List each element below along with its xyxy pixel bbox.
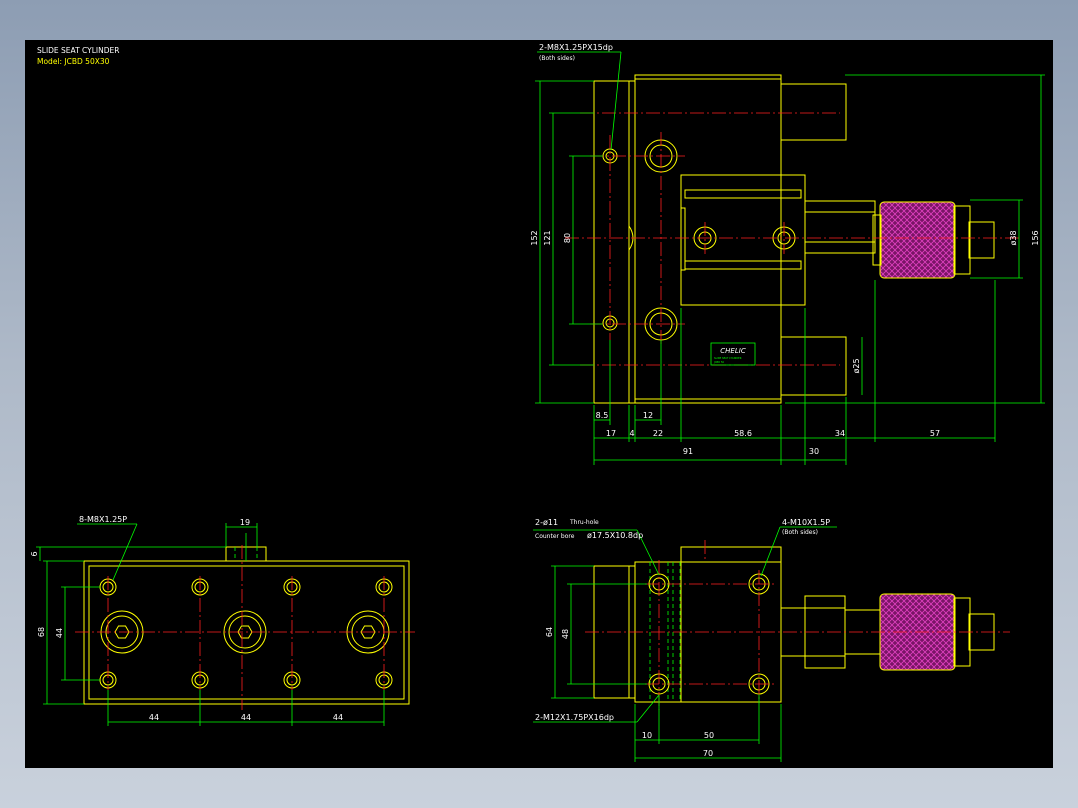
dim-4: 4 <box>629 429 634 438</box>
dim-50: 50 <box>704 731 714 740</box>
dim-8-5: 8.5 <box>596 411 609 420</box>
top-callout-hole-note: (Both sides) <box>539 55 575 62</box>
dim-156: 156 <box>1031 230 1040 245</box>
top-callout-hole: 2-M8X1.25PX15dp <box>539 43 613 52</box>
dim-d25: ø25 <box>852 358 861 373</box>
front-top-boss <box>680 546 782 563</box>
dim-d38: ø38 <box>1009 230 1018 245</box>
dim-44-vertical: 44 <box>55 628 64 638</box>
dim-19: 19 <box>240 518 250 527</box>
top-view: CHELIC SLIDE SEAT CYLINDER JCBD 50 2-M8X… <box>530 43 1045 465</box>
dim-17: 17 <box>606 429 616 438</box>
chelic-logo-sub2: JCBD 50 <box>713 360 725 364</box>
front-callout-tap: 4-M10X1.5P <box>782 518 830 527</box>
drawing-canvas: SLIDE SEAT CYLINDER Model: JCBD 50X30 CH… <box>30 43 1045 762</box>
top-knurl-knob <box>879 201 956 279</box>
dim-64: 64 <box>545 627 554 637</box>
left-small-holes <box>99 578 393 689</box>
chelic-logo-sub1: SLIDE SEAT CYLINDER <box>714 356 742 360</box>
front-callout-cbore: ø17.5X10.8dp <box>587 531 643 540</box>
dim-58-6: 58.6 <box>734 429 752 438</box>
dim-12: 12 <box>643 411 653 420</box>
dim-34: 34 <box>835 429 845 438</box>
left-dimensions: 8-M8X1.25P 19 6 68 44 44 44 44 <box>30 515 385 726</box>
dim-152: 152 <box>530 230 539 245</box>
drawing-model: Model: JCBD 50X30 <box>37 57 110 66</box>
left-callout-hole: 8-M8X1.25P <box>79 515 127 524</box>
cad-viewport[interactable]: SLIDE SEAT CYLINDER Model: JCBD 50X30 CH… <box>25 40 1053 768</box>
top-guide-rod-lower <box>780 336 847 396</box>
dim-10: 10 <box>642 731 652 740</box>
dim-22: 22 <box>653 429 663 438</box>
dim-44-c: 44 <box>333 713 343 722</box>
front-callout-thru: 2-ø11 <box>535 518 558 527</box>
dim-68: 68 <box>37 627 46 637</box>
dim-70: 70 <box>703 749 713 758</box>
drawing-title: SLIDE SEAT CYLINDER <box>37 46 119 55</box>
left-view: 8-M8X1.25P 19 6 68 44 44 44 44 <box>30 515 415 726</box>
dim-80: 80 <box>563 233 572 243</box>
dim-44-b: 44 <box>241 713 251 722</box>
left-main-body <box>83 560 410 705</box>
chelic-logo-text: CHELIC <box>720 347 746 355</box>
front-callout-cbore-label: Counter bore <box>535 533 575 540</box>
top-dimensions: 2-M8X1.25PX15dp (Both sides) 152 121 80 … <box>530 43 1045 465</box>
dim-57: 57 <box>930 429 940 438</box>
dim-91: 91 <box>683 447 693 456</box>
top-guide-rod-upper <box>780 83 847 141</box>
front-callout-thru-note: Thru-hole <box>569 519 599 526</box>
dim-121: 121 <box>543 230 552 245</box>
front-dimensions: 2-ø11 Thru-hole Counter bore ø17.5X10.8d… <box>533 518 837 762</box>
top-main-body <box>634 74 782 404</box>
dim-6: 6 <box>30 551 39 556</box>
front-callout-bottom: 2-M12X1.75PX16dp <box>535 713 614 722</box>
front-view: 2-ø11 Thru-hole Counter bore ø17.5X10.8d… <box>533 518 1010 762</box>
dim-30: 30 <box>809 447 819 456</box>
front-callout-tap-note: (Both sides) <box>782 529 818 536</box>
dim-48: 48 <box>561 629 570 639</box>
top-piston-rod <box>804 200 876 254</box>
dim-44-a: 44 <box>149 713 159 722</box>
